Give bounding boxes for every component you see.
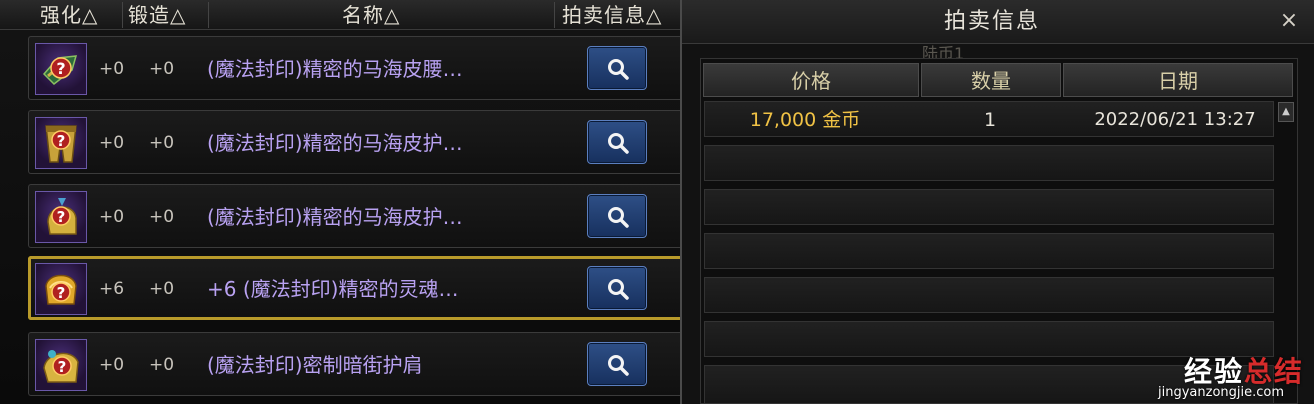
item-row[interactable]: ? +0 +0 (魔法封印)精密的马海皮护… [28,110,680,174]
shoulder-pad-icon[interactable]: ? [35,339,87,391]
search-button[interactable] [587,342,647,386]
forge-value: +0 [149,207,175,227]
item-row-selected[interactable]: ? +6 +0 +6 (魔法封印)精密的灵魂… [28,256,680,320]
dialog-titlebar[interactable]: 拍卖信息 × [682,0,1314,44]
forge-value: +0 [149,279,175,299]
enhance-value: +6 [99,279,125,299]
item-name[interactable]: (魔法封印)密制暗街护肩 [207,333,423,397]
belt-icon[interactable]: ? [35,43,87,95]
item-name[interactable]: (魔法封印)精密的马海皮护… [207,185,463,249]
table-row-empty [704,277,1274,313]
svg-text:?: ? [56,59,65,78]
shoulder-icon[interactable]: ? [35,263,87,315]
column-header-name[interactable]: 名称△ [342,0,400,30]
magnifier-icon [608,279,629,300]
enhance-value: +0 [99,59,125,79]
magnifier-icon [608,207,629,228]
enhance-value: +0 [99,355,125,375]
magnifier-icon [608,355,629,376]
enhance-value: +0 [99,133,125,153]
svg-text:?: ? [57,208,66,226]
enhance-value: +0 [99,207,125,227]
forge-value: +0 [149,133,175,153]
header-divider [122,2,123,28]
watermark-logo: 经验总结 [1184,355,1305,388]
dialog-title: 拍卖信息 [943,9,1040,34]
svg-text:?: ? [57,132,66,150]
item-row[interactable]: ? +0 +0 (魔法封印)精密的马海皮护… [28,184,680,248]
table-row-empty [704,233,1274,269]
item-name[interactable]: (魔法封印)精密的马海皮腰… [207,37,463,101]
price-cell: 17,000 金币 [749,109,861,131]
item-name[interactable]: (魔法封印)精密的马海皮护… [207,111,463,175]
close-button[interactable]: × [1278,10,1300,32]
search-button[interactable] [587,266,647,310]
magnifier-icon [608,133,629,154]
table-row-empty [704,145,1274,181]
magnifier-icon [608,59,629,80]
table-row[interactable]: 17,000 金币 1 2022/06/21 13:27 [704,101,1274,137]
helmet-icon[interactable]: ? [35,191,87,243]
table-header-price: 价格 [703,63,919,97]
watermark-url: jingyanzongjie.com [1158,385,1285,400]
leg-armor-icon[interactable]: ? [35,117,87,169]
column-header-enhance[interactable]: 强化△ [40,0,98,30]
search-button[interactable] [587,194,647,238]
table-row-empty [704,189,1274,225]
forge-value: +0 [149,355,175,375]
auction-info-dialog: 拍卖信息 × 陆币1 价格 数量 日期 17,000 金币 1 2022/06/… [680,0,1314,404]
quantity-cell: 1 [983,109,997,131]
scroll-up-arrow[interactable]: ▲ [1278,102,1294,122]
date-cell: 2022/06/21 13:27 [1094,109,1256,130]
svg-text:?: ? [58,358,67,376]
search-button[interactable] [587,46,647,90]
column-header-forge[interactable]: 锻造△ [128,0,186,30]
header-divider [208,2,209,28]
forge-value: +0 [149,59,175,79]
svg-text:?: ? [57,284,66,302]
header-divider [554,2,555,28]
item-name[interactable]: +6 (魔法封印)精密的灵魂… [207,257,458,321]
table-header-quantity: 数量 [921,63,1061,97]
item-row[interactable]: ? +0 +0 (魔法封印)精密的马海皮腰… [28,36,680,100]
column-header-bar: 强化△ 锻造△ 名称△ 拍卖信息△ [0,0,680,30]
table-header-date: 日期 [1063,63,1293,97]
item-row[interactable]: ? +0 +0 (魔法封印)密制暗街护肩 [28,332,680,396]
search-button[interactable] [587,120,647,164]
column-header-auction-info[interactable]: 拍卖信息△ [562,0,662,30]
item-list-panel: 强化△ 锻造△ 名称△ 拍卖信息△ ? +0 +0 (魔法封印)精密的马海皮腰… [0,0,680,404]
